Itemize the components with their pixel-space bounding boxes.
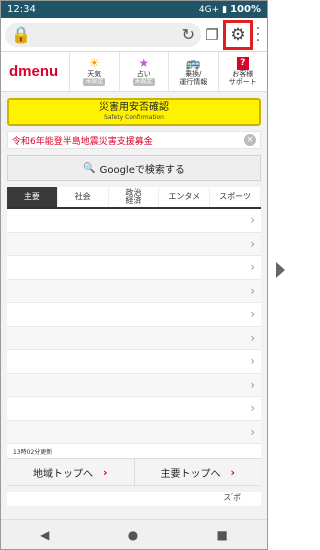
chevron-right-icon: › <box>250 377 255 392</box>
google-search-label: Googleで検索する <box>99 164 185 176</box>
nav-support-label: お客様 サポート <box>228 70 257 86</box>
browser-toolbar: 🔒 ↻ ❐ ⚙ · · · <box>1 18 267 52</box>
nav-fortune-badge: 未設定 <box>132 78 155 86</box>
chevron-right-icon: › <box>250 401 255 416</box>
list-item[interactable]: › <box>7 373 261 397</box>
dmenu-header: dmenu ☀ 天気 未設定 ★ 占い 未設定 🚌 乗換/ 運行情報 ? お客様… <box>1 52 267 92</box>
signal-indicator: 4G+ <box>198 4 220 15</box>
battery-level: 100% <box>230 4 261 15</box>
safety-subtitle: Safety Confirmation <box>104 114 164 121</box>
chevron-right-icon: › <box>250 236 255 251</box>
updated-timestamp: 13時02分更新 <box>7 444 261 458</box>
news-tabs: 主要 社会 政治 経済 エンタメ スポーツ <box>7 187 261 209</box>
nav-weather[interactable]: ☀ 天気 未設定 <box>69 52 119 91</box>
list-item[interactable]: › <box>7 256 261 280</box>
nav-weather-label: 天気 <box>87 70 102 78</box>
back-icon[interactable]: ◀ <box>40 528 49 542</box>
tab-politics-economy[interactable]: 政治 経済 <box>109 187 160 207</box>
list-item[interactable]: › <box>7 232 261 256</box>
chevron-right-icon: › <box>250 424 255 439</box>
bus-icon: 🚌 <box>185 56 201 70</box>
safety-confirmation-banner[interactable]: 災害用安否確認 Safety Confirmation <box>7 98 261 126</box>
next-step-arrow-icon <box>276 262 285 278</box>
status-bar: 12:34 4G+ ▮ 100% <box>1 1 267 18</box>
chevron-right-icon: › <box>250 213 255 228</box>
nav-support[interactable]: ? お客様 サポート <box>217 52 268 91</box>
main-top-label: 主要トップへ <box>160 468 221 480</box>
tab-sports[interactable]: スポーツ <box>210 187 261 207</box>
next-section-peek: ス ゙ポ <box>7 492 261 506</box>
chevron-right-icon: › <box>250 307 255 322</box>
overflow-menu-icon[interactable]: · · · <box>253 22 263 48</box>
sun-icon: ☀ <box>88 56 100 70</box>
list-item[interactable]: › <box>7 350 261 374</box>
nav-transit[interactable]: 🚌 乗換/ 運行情報 <box>168 52 218 91</box>
chevron-right-icon: › <box>250 283 255 298</box>
list-item[interactable]: › <box>7 209 261 233</box>
reload-icon[interactable]: ↻ <box>182 25 195 44</box>
tab-society[interactable]: 社会 <box>58 187 109 207</box>
nav-fortune-label: 占い <box>136 70 151 78</box>
home-icon[interactable]: ● <box>128 528 138 542</box>
header-nav: ☀ 天気 未設定 ★ 占い 未設定 🚌 乗換/ 運行情報 ? お客様 サポート <box>69 52 267 91</box>
android-nav-bar: ◀ ● ■ <box>1 519 267 549</box>
chevron-right-icon: › <box>230 465 236 479</box>
close-icon[interactable]: × <box>244 134 256 146</box>
recents-icon[interactable]: ■ <box>217 528 228 542</box>
chevron-right-icon: › <box>250 330 255 345</box>
safety-title: 災害用安否確認 <box>99 102 169 113</box>
tabs-icon[interactable]: ❐ <box>201 23 223 47</box>
chevron-right-icon: › <box>102 465 108 479</box>
google-search-button[interactable]: 🔍 Googleで検索する <box>7 155 261 181</box>
news-list: › › › › › › › › › › <box>7 209 261 444</box>
tab-entertainment[interactable]: エンタメ <box>159 187 211 207</box>
list-item[interactable]: › <box>7 420 261 444</box>
star-icon: ★ <box>138 56 150 70</box>
chevron-right-icon: › <box>250 260 255 275</box>
list-item[interactable]: › <box>7 279 261 303</box>
donation-notice[interactable]: 令和6年能登半島地震災害支援募金 × <box>7 131 261 149</box>
bottom-links: 地域トップへ › 主要トップへ › <box>7 458 261 486</box>
url-field[interactable]: 🔒 ↻ <box>5 22 201 47</box>
nav-transit-label: 乗換/ 運行情報 <box>179 70 208 86</box>
status-time: 12:34 <box>7 4 36 15</box>
settings-button[interactable]: ⚙ <box>223 19 253 50</box>
tab-main[interactable]: 主要 <box>7 187 58 207</box>
battery-icon: ▮ <box>222 4 228 15</box>
local-top-label: 地域トップへ <box>32 468 93 480</box>
main-top-link[interactable]: 主要トップへ › <box>135 459 262 485</box>
list-item[interactable]: › <box>7 397 261 421</box>
donation-notice-text: 令和6年能登半島地震災害支援募金 <box>12 136 153 147</box>
phone-screen: 12:34 4G+ ▮ 100% 🔒 ↻ ❐ ⚙ · · · dmenu ☀ 天気 … <box>0 0 268 550</box>
gear-icon: ⚙ <box>230 24 246 45</box>
local-top-link[interactable]: 地域トップへ › <box>7 459 135 485</box>
chevron-right-icon: › <box>250 354 255 369</box>
nav-fortune[interactable]: ★ 占い 未設定 <box>118 52 169 91</box>
help-icon: ? <box>236 57 249 70</box>
dmenu-logo[interactable]: dmenu <box>1 63 69 80</box>
list-item[interactable]: › <box>7 303 261 327</box>
nav-weather-badge: 未設定 <box>83 78 106 86</box>
search-icon: 🔍 <box>83 162 96 174</box>
lock-icon: 🔒 <box>11 25 31 44</box>
list-item[interactable]: › <box>7 326 261 350</box>
